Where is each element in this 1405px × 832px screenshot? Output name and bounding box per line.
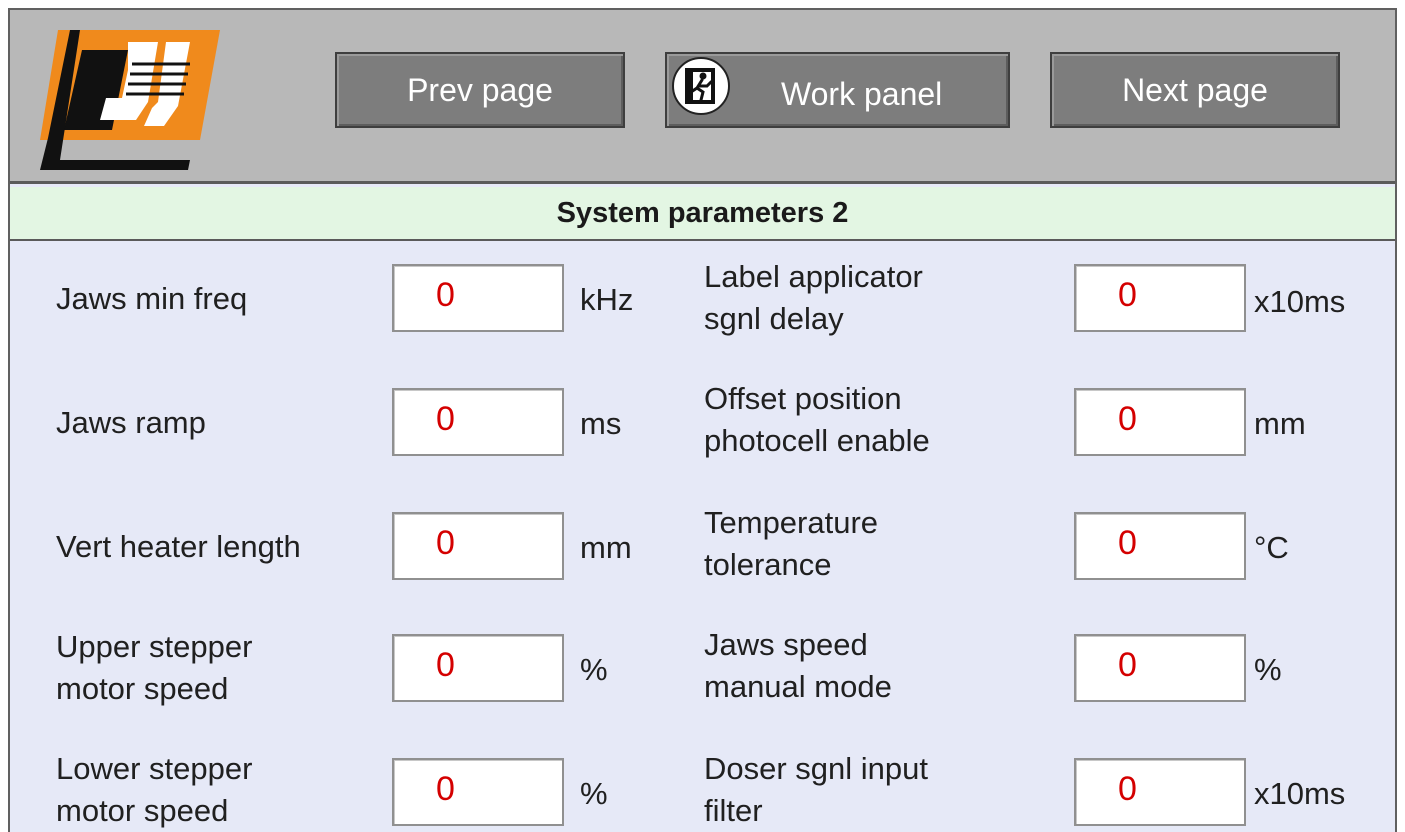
param-unit: x10ms — [1254, 776, 1346, 811]
prev-page-label: Prev page — [407, 71, 553, 108]
param-input-lower-stepper-speed[interactable]: 0 — [392, 758, 564, 826]
next-page-button[interactable]: Next page — [1050, 52, 1340, 128]
param-unit: kHz — [580, 282, 634, 317]
param-label: Temperature tolerance — [704, 505, 879, 582]
page-title: System parameters 2 — [10, 187, 1395, 241]
param-label: Offset position photocell enable — [704, 381, 930, 458]
param-label: Upper stepper motor speed — [56, 629, 253, 706]
param-input-offset-position-photocell[interactable]: 0 — [1074, 388, 1246, 456]
param-unit: mm — [1254, 406, 1306, 441]
param-label: Label applicator sgnl delay — [704, 259, 923, 336]
param-label: Doser sgnl input filter — [704, 751, 929, 828]
header-bar: Prev page Work panel Next page — [10, 10, 1395, 184]
param-label: Jaws min freq — [56, 281, 248, 316]
work-panel-label: Work panel — [781, 76, 943, 112]
param-unit: °C — [1254, 530, 1289, 565]
param-input-vert-heater-length[interactable]: 0 — [392, 512, 564, 580]
company-logo — [40, 30, 220, 170]
param-unit: mm — [580, 530, 632, 565]
param-input-jaws-ramp[interactable]: 0 — [392, 388, 564, 456]
param-input-label-applicator-delay[interactable]: 0 — [1074, 264, 1246, 332]
param-input-jaws-min-freq[interactable]: 0 — [392, 264, 564, 332]
param-label: Vert heater length — [56, 529, 301, 564]
param-unit: ms — [580, 406, 622, 441]
param-label: Lower stepper motor speed — [56, 751, 253, 828]
param-label: Jaws ramp — [56, 405, 206, 440]
emergency-exit-icon — [672, 57, 730, 115]
param-unit: x10ms — [1254, 284, 1346, 319]
param-input-jaws-speed-manual[interactable]: 0 — [1074, 634, 1246, 702]
work-panel-button[interactable]: Work panel — [665, 52, 1010, 128]
param-unit: % — [1254, 652, 1282, 687]
param-unit: % — [580, 652, 608, 687]
next-page-label: Next page — [1122, 71, 1268, 108]
param-input-upper-stepper-speed[interactable]: 0 — [392, 634, 564, 702]
param-label: Jaws speed manual mode — [704, 627, 892, 704]
param-unit: % — [580, 776, 608, 811]
param-input-doser-sgnl-filter[interactable]: 0 — [1074, 758, 1246, 826]
prev-page-button[interactable]: Prev page — [335, 52, 625, 128]
param-input-temperature-tolerance[interactable]: 0 — [1074, 512, 1246, 580]
main-frame: Prev page Work panel Next page System pa… — [8, 8, 1397, 832]
